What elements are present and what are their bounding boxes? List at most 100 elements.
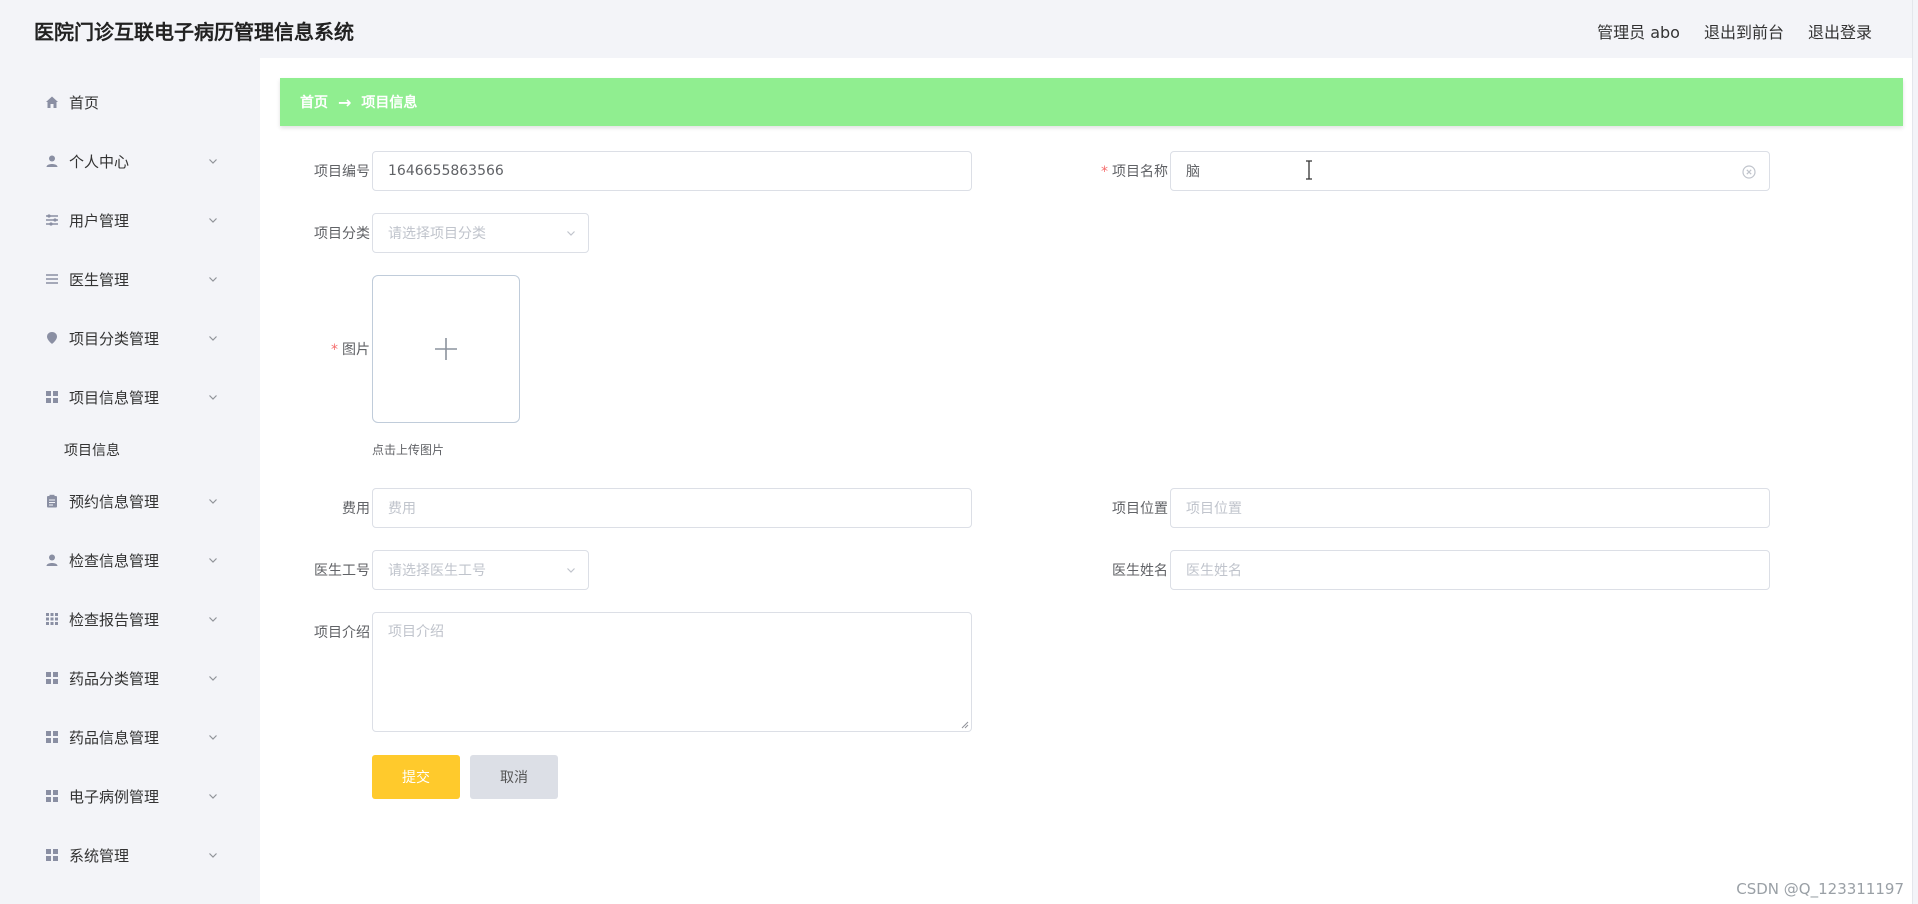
sidebar-item-label: 医生管理 xyxy=(69,270,130,289)
fee-label: 费用 xyxy=(260,498,370,518)
name-label-text: 项目名称 xyxy=(1112,164,1168,180)
project-code-input[interactable]: 1646655863566 xyxy=(372,151,972,191)
chevron-down-icon xyxy=(209,853,217,858)
sidebar-item-home[interactable]: 首页 xyxy=(0,82,260,122)
fee-input[interactable]: 费用 xyxy=(372,488,972,528)
category-label-text: 项目分类 xyxy=(314,226,370,242)
chevron-down-icon xyxy=(209,735,217,740)
intro-placeholder: 项目介绍 xyxy=(388,624,444,640)
chevron-down-icon xyxy=(209,277,217,282)
window-edge xyxy=(1912,0,1918,904)
breadcrumb-arrow: → xyxy=(338,92,352,112)
location-icon xyxy=(44,330,60,346)
chevron-down-icon xyxy=(209,218,217,223)
sidebar-item-emr-management[interactable]: 电子病例管理 xyxy=(0,776,260,816)
sidebar-item-user-management[interactable]: 用户管理 xyxy=(0,200,260,240)
sidebar-item-exam-info-management[interactable]: 检查信息管理 xyxy=(0,540,260,580)
location-label: 项目位置 xyxy=(1058,498,1168,518)
sidebar-item-doctor-management[interactable]: 医生管理 xyxy=(0,259,260,299)
project-name-value: 脑 xyxy=(1186,164,1200,180)
sidebar-item-label: 首页 xyxy=(69,93,100,112)
location-placeholder: 项目位置 xyxy=(1186,501,1242,517)
breadcrumb-current: 项目信息 xyxy=(361,95,418,111)
doctor-name-input[interactable]: 医生姓名 xyxy=(1170,550,1770,590)
sidebar-item-label: 用户管理 xyxy=(69,211,130,230)
sidebar-item-label: 电子病例管理 xyxy=(69,787,160,806)
doctor-id-select[interactable]: 请选择医生工号 xyxy=(372,550,589,590)
intro-label-text: 项目介绍 xyxy=(314,625,370,641)
code-label-text: 项目编号 xyxy=(314,164,370,180)
submit-button[interactable]: 提交 xyxy=(372,755,460,799)
code-label: 项目编号 xyxy=(260,161,370,181)
category-label: 项目分类 xyxy=(260,223,370,243)
chevron-down-icon xyxy=(567,231,575,236)
doctor-name-placeholder: 医生姓名 xyxy=(1186,563,1242,579)
sidebar-item-label: 项目信息管理 xyxy=(69,388,160,407)
location-label-text: 项目位置 xyxy=(1112,501,1168,517)
grid-icon xyxy=(44,847,60,863)
sidebar-subitem-project-info[interactable]: 项目信息 xyxy=(0,432,260,468)
required-mark: * xyxy=(331,342,338,358)
sidebar-item-label: 项目分类管理 xyxy=(69,329,160,348)
resize-handle-icon[interactable] xyxy=(961,721,969,729)
chevron-down-icon xyxy=(209,558,217,563)
main-content: 首页 → 项目信息 项目编号 1646655863566 * 项目名称 脑 项目分… xyxy=(260,58,1912,904)
upload-hint: 点击上传图片 xyxy=(372,443,445,457)
cancel-button[interactable]: 取消 xyxy=(470,755,558,799)
location-input[interactable]: 项目位置 xyxy=(1170,488,1770,528)
chevron-down-icon xyxy=(209,336,217,341)
image-label-text: 图片 xyxy=(342,342,370,358)
sidebar-item-label: 药品分类管理 xyxy=(69,669,160,688)
intro-label: 项目介绍 xyxy=(260,622,370,642)
sidebar-item-project-info-management[interactable]: 项目信息管理 xyxy=(0,377,260,417)
name-label: * 项目名称 xyxy=(1058,161,1168,181)
project-name-input[interactable]: 脑 xyxy=(1170,151,1770,191)
sidebar-item-label: 个人中心 xyxy=(69,152,130,171)
watermark: CSDN @Q_123311197 xyxy=(1736,880,1904,898)
project-code-value: 1646655863566 xyxy=(388,163,504,179)
sidebar-item-appointment-management[interactable]: 预约信息管理 xyxy=(0,481,260,521)
sidebar-item-drug-info-management[interactable]: 药品信息管理 xyxy=(0,717,260,757)
image-uploader[interactable] xyxy=(372,275,520,423)
chevron-down-icon xyxy=(209,676,217,681)
current-user: 管理员 abo xyxy=(1597,23,1680,42)
chevron-down-icon xyxy=(209,395,217,400)
grid-icon xyxy=(44,389,60,405)
image-label: * 图片 xyxy=(260,339,370,359)
doctor-name-label-text: 医生姓名 xyxy=(1112,563,1168,579)
sidebar-item-exam-report-management[interactable]: 检查报告管理 xyxy=(0,599,260,639)
required-mark: * xyxy=(1101,164,1108,180)
sidebar-item-label: 药品信息管理 xyxy=(69,728,160,747)
app-header: 医院门诊互联电子病历管理信息系统 管理员 abo 退出到前台 退出登录 xyxy=(0,0,1912,58)
project-category-select[interactable]: 请选择项目分类 xyxy=(372,213,589,253)
sidebar-item-project-category-management[interactable]: 项目分类管理 xyxy=(0,318,260,358)
clipboard-icon xyxy=(44,493,60,509)
exit-to-front-link[interactable]: 退出到前台 xyxy=(1704,19,1784,43)
sidebar-item-system-management[interactable]: 系统管理 xyxy=(0,835,260,875)
user-icon xyxy=(44,153,60,169)
sidebar-subitem-label: 项目信息 xyxy=(64,443,120,459)
fee-placeholder: 费用 xyxy=(388,501,416,517)
grid-icon xyxy=(44,670,60,686)
intro-textarea[interactable]: 项目介绍 xyxy=(372,612,972,732)
logout-link[interactable]: 退出登录 xyxy=(1808,19,1872,43)
app-title: 医院门诊互联电子病历管理信息系统 xyxy=(34,20,354,44)
chevron-down-icon xyxy=(567,568,575,573)
sliders-icon xyxy=(44,212,60,228)
chevron-down-icon xyxy=(209,499,217,504)
breadcrumb-home[interactable]: 首页 xyxy=(300,92,328,112)
list-icon xyxy=(44,271,60,287)
chevron-down-icon xyxy=(209,159,217,164)
sidebar-item-label: 预约信息管理 xyxy=(69,492,160,511)
clear-icon[interactable] xyxy=(1741,164,1757,180)
user-icon xyxy=(44,552,60,568)
category-placeholder: 请选择项目分类 xyxy=(388,226,486,242)
plus-icon xyxy=(435,338,457,360)
fee-label-text: 费用 xyxy=(342,501,370,517)
text-cursor-icon xyxy=(1306,160,1312,180)
sidebar-item-personal-center[interactable]: 个人中心 xyxy=(0,141,260,181)
sidebar: 首页 个人中心 用户管理 医生管理 项目分类管理 项目信息管理 项目信息 预约信… xyxy=(0,58,260,904)
sidebar-item-drug-category-management[interactable]: 药品分类管理 xyxy=(0,658,260,698)
doctor-name-label: 医生姓名 xyxy=(1058,560,1168,580)
header-actions: 管理员 abo 退出到前台 退出登录 xyxy=(1597,19,1872,43)
